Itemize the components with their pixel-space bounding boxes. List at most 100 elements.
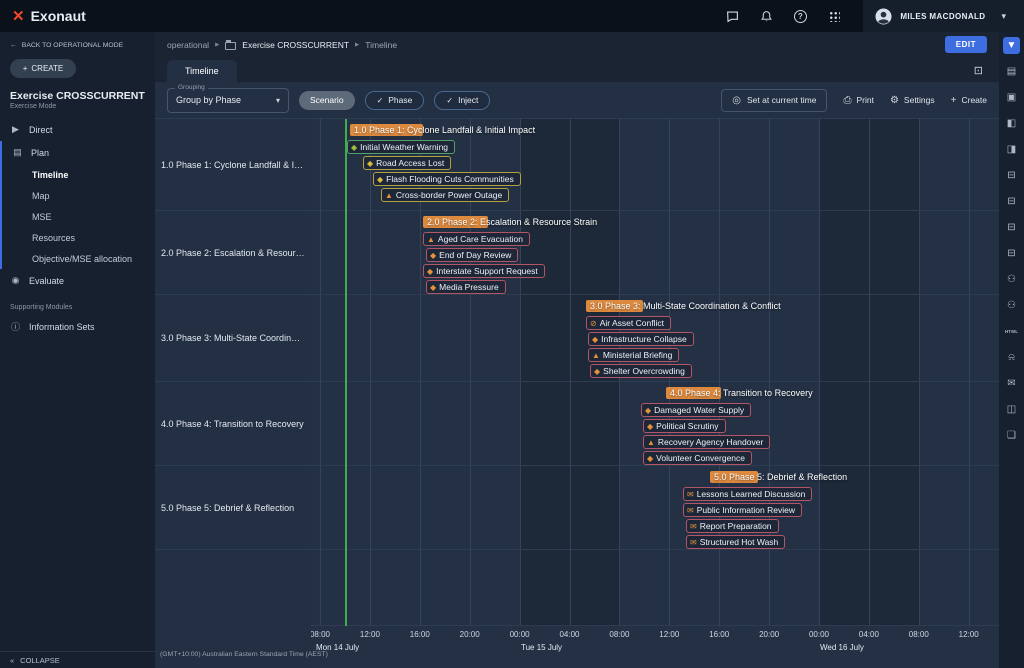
- breadcrumb-item[interactable]: operational: [167, 40, 209, 50]
- inject-chip[interactable]: ▲Cross-border Power Outage: [381, 188, 509, 202]
- diamond-icon: ◆: [594, 367, 600, 376]
- breadcrumb-item[interactable]: Timeline: [365, 40, 397, 50]
- create-button[interactable]: + CREATE: [10, 59, 76, 78]
- settings-button[interactable]: ⚙ Settings: [890, 95, 935, 106]
- book-icon[interactable]: ❏: [1003, 427, 1020, 444]
- sidebar-item-information-sets[interactable]: ⓘ Information Sets: [0, 315, 155, 338]
- create-inject-button[interactable]: + Create: [951, 95, 987, 106]
- app-logo[interactable]: ✕ Exonaut: [12, 7, 86, 25]
- users-icon[interactable]: ⚇: [1003, 297, 1020, 314]
- back-to-operational-link[interactable]: ← BACK TO OPERATIONAL MODE: [0, 32, 155, 55]
- topbar-right: ? MILES MACDONALD ▾: [725, 0, 1024, 32]
- chart-icon[interactable]: ◫: [1003, 401, 1020, 418]
- day-label: Wed 16 July: [820, 643, 864, 652]
- gear-icon: ⚙: [890, 95, 899, 106]
- filter-icon[interactable]: ▼: [1003, 37, 1020, 54]
- document-icon[interactable]: ▤: [1003, 63, 1020, 80]
- html-icon[interactable]: HTML: [1003, 323, 1020, 340]
- sidebar-item-map[interactable]: Map: [2, 185, 155, 206]
- panel-right-icon[interactable]: ◨: [1003, 141, 1020, 158]
- bell-icon[interactable]: [759, 9, 773, 23]
- inject-chip[interactable]: ▲Aged Care Evacuation: [423, 232, 530, 246]
- toolbar-right: ◎ Set at current time ⎙ Print ⚙ Settings…: [721, 89, 987, 112]
- set-at-current-time-button[interactable]: ◎ Set at current time: [721, 89, 827, 112]
- archive-icon[interactable]: ⊟: [1003, 219, 1020, 236]
- inject-chip[interactable]: ✉Structured Hot Wash: [686, 535, 785, 549]
- back-arrow-icon: ←: [10, 42, 17, 49]
- inject-chip[interactable]: ◆Road Access Lost: [363, 156, 451, 170]
- inject-chip[interactable]: ✉Lessons Learned Discussion: [683, 487, 812, 501]
- inject-chip[interactable]: ✉Public Information Review: [683, 503, 802, 517]
- sidebar-item-timeline[interactable]: Timeline: [2, 164, 155, 185]
- apps-grid-icon[interactable]: [827, 9, 841, 23]
- grouping-select[interactable]: Grouping Group by Phase ▾: [167, 88, 289, 113]
- inject-chip[interactable]: ◆Volunteer Convergence: [643, 451, 752, 465]
- breadcrumb-separator-icon: ▶: [215, 42, 219, 48]
- image-icon[interactable]: ▣: [1003, 89, 1020, 106]
- sidebar-item-mse[interactable]: MSE: [2, 206, 155, 227]
- warning-icon: ▲: [592, 351, 600, 360]
- warning-icon: ▲: [647, 438, 655, 447]
- inject-label: Road Access Lost: [376, 158, 444, 168]
- inject-chip[interactable]: ◆Initial Weather Warning: [347, 140, 455, 154]
- diamond-icon: ◆: [427, 267, 433, 276]
- row-label-text: 1.0 Phase 1: Cyclone Landfall & Initial …: [161, 160, 305, 170]
- sidebar-item-resources[interactable]: Resources: [2, 227, 155, 248]
- inject-chip[interactable]: ◆Interstate Support Request: [423, 264, 545, 278]
- inject-label: Aged Care Evacuation: [438, 234, 523, 244]
- mail-icon[interactable]: ✉: [1003, 375, 1020, 392]
- inject-label: Initial Weather Warning: [360, 142, 448, 152]
- day-label: Tue 15 July: [521, 643, 562, 652]
- inject-chip[interactable]: ◆Shelter Overcrowding: [590, 364, 692, 378]
- chat-icon[interactable]: [725, 9, 739, 23]
- user-menu[interactable]: MILES MACDONALD ▾: [863, 0, 1024, 32]
- diamond-icon: ◆: [377, 175, 383, 184]
- breadcrumb-item[interactable]: Exercise CROSSCURRENT: [242, 40, 349, 50]
- users-icon[interactable]: ⚇: [1003, 271, 1020, 288]
- inject-chip[interactable]: ◆Media Pressure: [426, 280, 506, 294]
- inject-filter-chip[interactable]: ✓ Inject: [434, 91, 490, 110]
- inject-label: Cross-border Power Outage: [396, 190, 502, 200]
- inject-chip[interactable]: ▲Ministerial Briefing: [588, 348, 679, 362]
- grouping-value: Group by Phase: [176, 95, 241, 105]
- sidebar-item-objective-mse-allocation[interactable]: Objective/MSE allocation: [2, 248, 155, 269]
- gantt-plot[interactable]: 08:0012:0016:0020:0000:0004:0008:0012:00…: [311, 119, 999, 668]
- inject-label: Damaged Water Supply: [654, 405, 744, 415]
- inject-label: Report Preparation: [700, 521, 772, 531]
- sidebar-item-label: Information Sets: [29, 322, 95, 332]
- app-title: Exonaut: [31, 8, 86, 24]
- inject-chip[interactable]: ◆Damaged Water Supply: [641, 403, 751, 417]
- sidebar-item-plan[interactable]: ▤ Plan: [2, 141, 155, 164]
- inject-chip[interactable]: ◆Infrastructure Collapse: [588, 332, 694, 346]
- direct-icon: ▶: [10, 124, 21, 135]
- edit-button[interactable]: EDIT: [945, 36, 987, 53]
- diamond-icon: ◆: [351, 143, 357, 152]
- phase-filter-chip[interactable]: ✓ Phase: [365, 91, 425, 110]
- phase-label: 2.0 Phase 2: Escalation & Resource Strai…: [427, 216, 597, 228]
- collapse-sidebar-button[interactable]: « COLLAPSE: [0, 651, 155, 668]
- print-button[interactable]: ⎙ Print: [843, 95, 873, 106]
- tab-timeline[interactable]: Timeline: [167, 60, 237, 82]
- tick-label: 16:00: [709, 630, 729, 639]
- row-labels-column: 1.0 Phase 1: Cyclone Landfall & Initial …: [155, 119, 311, 668]
- inject-chip[interactable]: ⊘Air Asset Conflict: [586, 316, 671, 330]
- panel-left-icon[interactable]: ◧: [1003, 115, 1020, 132]
- sidebar-item-direct[interactable]: ▶ Direct: [0, 118, 155, 141]
- archive-icon[interactable]: ⊟: [1003, 245, 1020, 262]
- archive-icon[interactable]: ⊟: [1003, 167, 1020, 184]
- current-time-marker[interactable]: [345, 119, 347, 626]
- help-icon[interactable]: ?: [793, 9, 807, 23]
- tick-label: 08:00: [909, 630, 929, 639]
- fullscreen-icon[interactable]: ⊡: [974, 64, 983, 77]
- bell-icon[interactable]: ⍾: [1003, 349, 1020, 366]
- settings-label: Settings: [904, 95, 935, 105]
- scenario-chip[interactable]: Scenario: [299, 91, 355, 110]
- inject-chip[interactable]: ◆End of Day Review: [426, 248, 518, 262]
- archive-icon[interactable]: ⊟: [1003, 193, 1020, 210]
- inject-chip[interactable]: ◆Political Scrutiny: [643, 419, 726, 433]
- inject-chip[interactable]: ✉Report Preparation: [686, 519, 779, 533]
- inject-chip[interactable]: ▲Recovery Agency Handover: [643, 435, 770, 449]
- sidebar-item-evaluate[interactable]: ◉ Evaluate: [0, 269, 155, 292]
- inject-chip[interactable]: ◆Flash Flooding Cuts Communities: [373, 172, 521, 186]
- eye-icon: ◉: [10, 275, 21, 286]
